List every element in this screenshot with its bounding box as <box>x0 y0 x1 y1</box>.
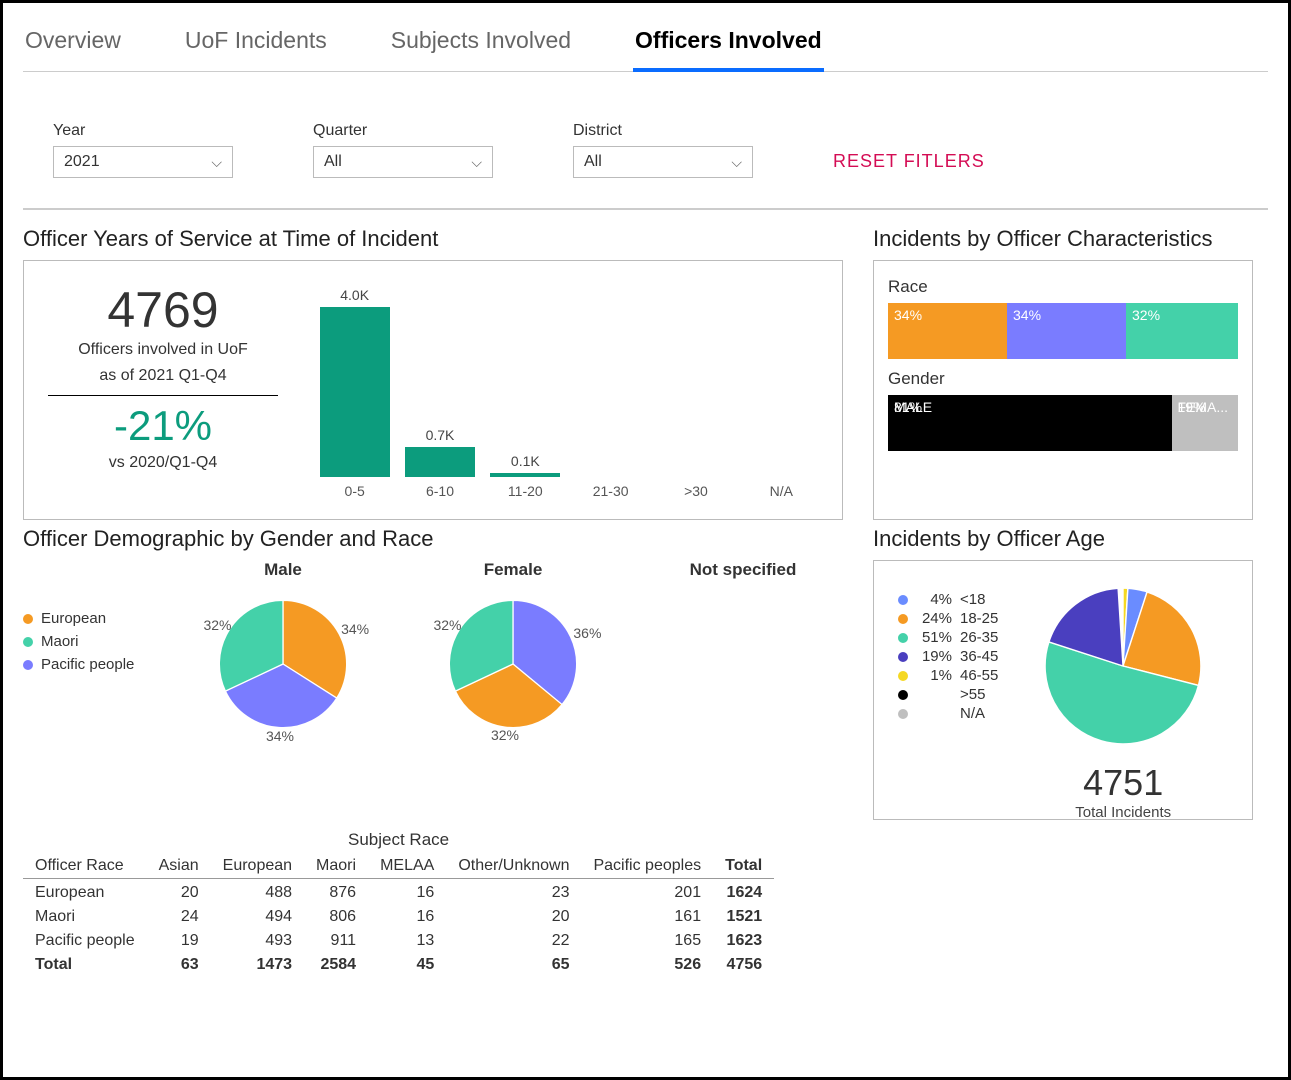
chevron-down-icon: ⌵ <box>211 154 222 171</box>
filter-quarter: Quarter All ⌵ <box>313 122 493 178</box>
quarter-select-value: All <box>324 153 342 171</box>
section-title-yos: Officer Years of Service at Time of Inci… <box>23 226 843 252</box>
filter-district-label: District <box>573 122 753 140</box>
char-card: Race 34%34%32% Gender MALE81%FEMA...19% <box>873 260 1253 520</box>
tab-overview[interactable]: Overview <box>23 21 123 71</box>
demo-card: EuropeanMaoriPacific people Male34%34%32… <box>23 560 843 820</box>
section-title-char: Incidents by Officer Characteristics <box>873 226 1253 252</box>
gender-stacked-bar: MALE81%FEMA...19% <box>888 395 1238 451</box>
kpi-block: 4769 Officers involved in UoF as of 2021… <box>38 271 288 509</box>
tab-subjects-involved[interactable]: Subjects Involved <box>389 21 573 71</box>
district-select-value: All <box>584 153 602 171</box>
quarter-select[interactable]: All ⌵ <box>313 146 493 178</box>
age-legend: 4%<1824%18-2551%26-3519%36-451%46-55>55N… <box>888 571 1008 809</box>
demo-pies: Male34%34%32%Female36%32%32%Not specifie… <box>183 560 843 820</box>
age-card: 4%<1824%18-2551%26-3519%36-451%46-55>55N… <box>873 560 1253 820</box>
filter-district: District All ⌵ <box>573 122 753 178</box>
tab-uof-incidents[interactable]: UoF Incidents <box>183 21 329 71</box>
kpi-sub1: Officers involved in UoF <box>48 341 278 359</box>
age-total: 4751 <box>1008 762 1238 804</box>
year-select[interactable]: 2021 ⌵ <box>53 146 233 178</box>
section-title-demo: Officer Demographic by Gender and Race <box>23 526 843 552</box>
char-gender-label: Gender <box>888 369 1238 389</box>
year-select-value: 2021 <box>64 153 100 171</box>
filter-quarter-label: Quarter <box>313 122 493 140</box>
chevron-down-icon: ⌵ <box>731 154 742 171</box>
char-race-label: Race <box>888 277 1238 297</box>
filters-row: Year 2021 ⌵ Quarter All ⌵ District All ⌵… <box>23 72 1268 210</box>
demo-legend: EuropeanMaoriPacific people <box>23 560 183 820</box>
crosstab-table: Subject Race Officer RaceAsianEuropeanMa… <box>23 830 774 977</box>
kpi-vs: vs 2020/Q1-Q4 <box>48 454 278 472</box>
tab-officers-involved[interactable]: Officers Involved <box>633 21 824 72</box>
section-title-age: Incidents by Officer Age <box>873 526 1253 552</box>
kpi-delta: -21% <box>48 402 278 450</box>
tab-bar: Overview UoF Incidents Subjects Involved… <box>23 13 1268 72</box>
filter-year: Year 2021 ⌵ <box>53 122 233 178</box>
yos-card: 4769 Officers involved in UoF as of 2021… <box>23 260 843 520</box>
yos-bar-chart: 4.0K0.7K0.1K 0-56-1011-2021-30>30N/A <box>308 271 828 509</box>
age-total-label: Total Incidents <box>1008 804 1238 821</box>
kpi-count: 4769 <box>48 281 278 339</box>
race-stacked-bar: 34%34%32% <box>888 303 1238 359</box>
chevron-down-icon: ⌵ <box>471 154 482 171</box>
age-pie-chart <box>1038 581 1208 751</box>
kpi-sub2: as of 2021 Q1-Q4 <box>48 367 278 396</box>
crosstab-caption: Subject Race <box>23 830 774 850</box>
district-select[interactable]: All ⌵ <box>573 146 753 178</box>
filter-year-label: Year <box>53 122 233 140</box>
reset-filters-button[interactable]: RESET FITLERS <box>833 151 985 178</box>
